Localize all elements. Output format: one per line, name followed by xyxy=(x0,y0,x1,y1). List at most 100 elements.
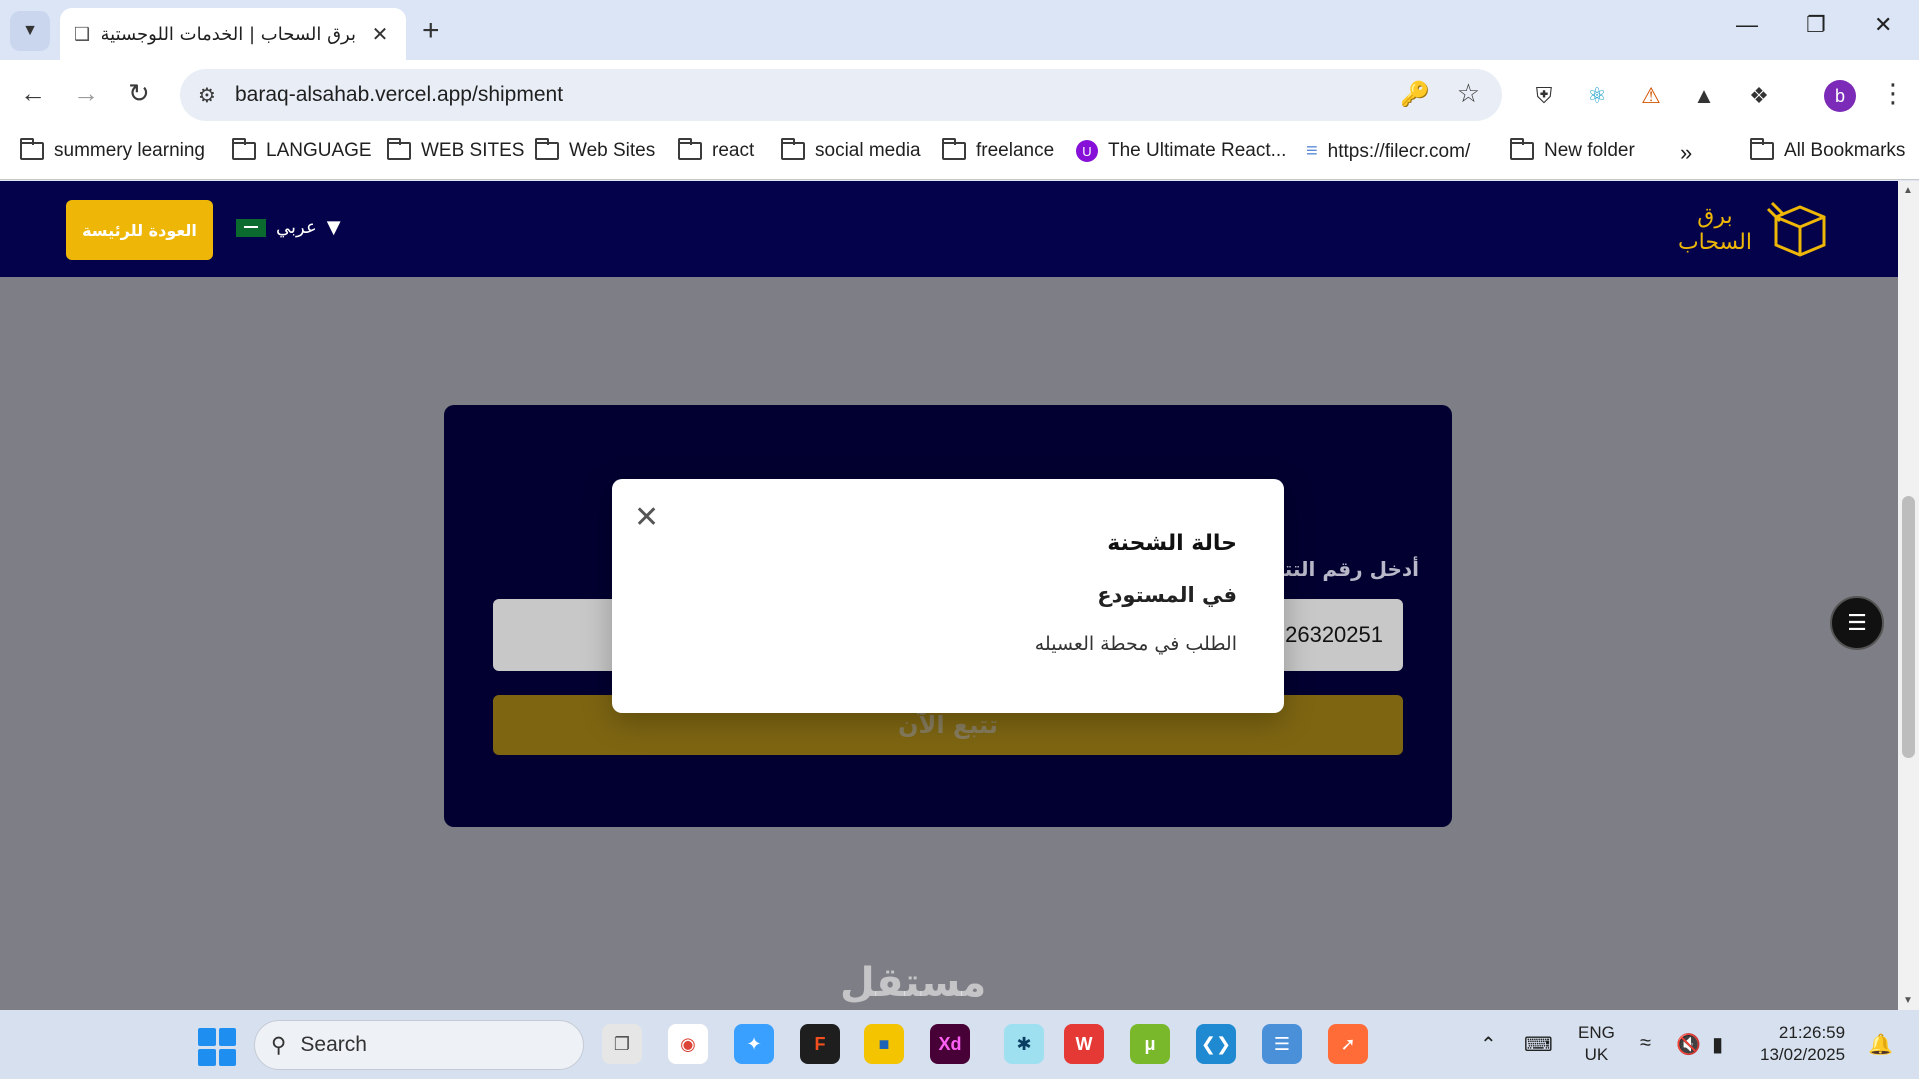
snipping-tool-icon[interactable]: ✱ xyxy=(1004,1024,1044,1064)
list-icon: ☰ xyxy=(1847,610,1867,635)
tab-strip: ▼ ❑ برق السحاب | الخدمات اللوجستية ✕ + —… xyxy=(0,0,1919,60)
bookmark-label: freelance xyxy=(976,140,1055,161)
wps-office-icon[interactable]: W xyxy=(1064,1024,1104,1064)
page-scrollbar[interactable]: ▲ ▼ xyxy=(1898,181,1919,1010)
language-region: UK xyxy=(1584,1045,1609,1064)
folder-icon xyxy=(678,138,702,160)
bookmark-item[interactable]: New folder xyxy=(1510,138,1635,162)
restore-button[interactable]: ❐ xyxy=(1806,12,1826,38)
profile-avatar[interactable]: b xyxy=(1824,80,1856,112)
floating-menu-button[interactable]: ☰ xyxy=(1830,596,1884,650)
active-tab[interactable]: ❑ برق السحاب | الخدمات اللوجستية ✕ xyxy=(60,8,406,60)
site-info-icon[interactable]: ⚙ xyxy=(198,83,216,108)
tab-search-button[interactable]: ▼ xyxy=(10,11,50,51)
adobe-xd-icon[interactable]: Xd xyxy=(930,1024,970,1064)
system-clock[interactable]: 21:26:59 13/02/2025 xyxy=(1760,1022,1845,1066)
chevron-double-right-icon: » xyxy=(1680,140,1693,165)
bookmark-label: https://filecr.com/ xyxy=(1327,140,1471,162)
more-bookmarks-button[interactable]: » xyxy=(1680,140,1692,166)
tab-title: برق السحاب | الخدمات اللوجستية xyxy=(102,23,356,45)
new-tab-button[interactable]: + xyxy=(422,14,440,48)
url-text[interactable]: baraq-alsahab.vercel.app/shipment xyxy=(235,83,563,107)
bookmark-item[interactable]: Web Sites xyxy=(535,138,655,162)
vscode-icon[interactable]: ❮❯ xyxy=(1196,1024,1236,1064)
bookmark-item[interactable]: LANGUAGE xyxy=(232,138,372,162)
bookmark-item[interactable]: summery learning xyxy=(20,138,205,162)
copilot-icon[interactable]: ✦ xyxy=(734,1024,774,1064)
keyboard-icon[interactable]: ⌨ xyxy=(1524,1032,1553,1057)
bookmark-star-icon[interactable]: ☆ xyxy=(1457,78,1480,109)
task-view-icon[interactable]: ❐ xyxy=(602,1024,642,1064)
shield-extension-icon[interactable]: ⛨ xyxy=(1530,82,1558,110)
vercel-extension-icon[interactable]: ▲ xyxy=(1690,82,1718,110)
utorrent-icon[interactable]: μ xyxy=(1130,1024,1170,1064)
folder-icon xyxy=(232,138,256,160)
chevron-down-icon: ▼ xyxy=(22,22,38,39)
bookmarks-bar: summery learning LANGUAGE WEB SITES Web … xyxy=(0,130,1919,180)
wifi-icon[interactable]: ≈ xyxy=(1640,1032,1651,1055)
site-logo[interactable]: برق السحاب xyxy=(1678,199,1830,261)
back-button[interactable]: ← xyxy=(20,78,46,109)
taskbar-search-label: Search xyxy=(300,1033,367,1056)
search-icon: ⚲ xyxy=(271,1033,287,1057)
taskbar-search[interactable]: ⚲ Search xyxy=(254,1020,584,1070)
scroll-thumb[interactable] xyxy=(1902,496,1915,758)
udemy-icon: U xyxy=(1076,140,1098,162)
battery-icon[interactable]: ▮ xyxy=(1712,1032,1723,1057)
volume-muted-icon[interactable]: 🔇 xyxy=(1676,1032,1701,1057)
figma-icon[interactable]: F xyxy=(800,1024,840,1064)
taskbar: ⚲ Search ❐ ◉ ✦ F ■ Xd ✱ W μ ❮❯ ☰ ➚ ⌃ ⌨ E… xyxy=(0,1010,1919,1079)
password-key-icon[interactable]: 🔑 xyxy=(1400,80,1430,109)
page-viewport: العودة للرئيسة عربي ▼ برق السحاب أدخل رق… xyxy=(0,181,1898,1010)
close-tab-icon[interactable]: ✕ xyxy=(368,22,392,47)
tracking-label: أدخل رقم التتبع xyxy=(1262,557,1419,581)
bookmark-item[interactable]: ≡ https://filecr.com/ xyxy=(1306,140,1470,163)
reload-button[interactable]: ↻ xyxy=(128,78,150,109)
logo-text: برق السحاب xyxy=(1678,204,1752,256)
browser-menu-icon[interactable]: ⋮ xyxy=(1880,78,1906,109)
scroll-down-arrow-icon[interactable]: ▼ xyxy=(1903,995,1913,1006)
all-bookmarks-item[interactable]: All Bookmarks xyxy=(1750,138,1905,162)
extension-blocked-icon[interactable]: ⚠ xyxy=(1637,82,1665,110)
bookmark-item[interactable]: freelance xyxy=(942,138,1055,162)
folder-icon xyxy=(1510,138,1534,160)
logo-line-1: برق xyxy=(1697,204,1733,229)
notepad-icon[interactable]: ☰ xyxy=(1262,1024,1302,1064)
language-selector[interactable]: عربي ▼ xyxy=(236,217,341,238)
back-home-button[interactable]: العودة للرئيسة xyxy=(66,200,213,260)
site-favicon-icon: ❑ xyxy=(74,23,91,44)
bookmark-item[interactable]: U The Ultimate React... xyxy=(1076,140,1286,162)
saudi-flag-icon xyxy=(236,218,266,237)
folder-icon xyxy=(781,138,805,160)
language-label: عربي xyxy=(276,217,317,238)
address-bar[interactable]: ⚙ baraq-alsahab.vercel.app/shipment 🔑 ☆ xyxy=(180,69,1502,121)
folder-icon xyxy=(1750,138,1774,160)
bookmark-label: social media xyxy=(815,140,921,161)
bookmark-label: LANGUAGE xyxy=(266,140,372,161)
bookmark-item[interactable]: WEB SITES xyxy=(387,138,524,162)
scroll-up-arrow-icon[interactable]: ▲ xyxy=(1903,185,1913,196)
extensions-puzzle-icon[interactable]: ❖ xyxy=(1745,82,1773,110)
close-window-button[interactable]: ✕ xyxy=(1874,12,1892,38)
caret-down-icon: ▼ xyxy=(326,217,341,238)
postman-icon[interactable]: ➚ xyxy=(1328,1024,1368,1064)
language-code: ENG xyxy=(1578,1023,1615,1042)
folder-icon xyxy=(387,138,411,160)
filecr-icon: ≡ xyxy=(1306,140,1318,162)
logo-line-2: السحاب xyxy=(1677,230,1752,255)
show-hidden-icons-icon[interactable]: ⌃ xyxy=(1480,1032,1497,1057)
windows-start-icon[interactable] xyxy=(198,1028,236,1066)
minimize-button[interactable]: — xyxy=(1736,12,1758,38)
chrome-icon[interactable]: ◉ xyxy=(668,1024,708,1064)
shipment-status: في المستودع xyxy=(1097,583,1237,607)
input-language-indicator[interactable]: ENG UK xyxy=(1578,1022,1615,1066)
bookmark-label: New folder xyxy=(1544,140,1635,161)
file-explorer-icon[interactable]: ■ xyxy=(864,1024,904,1064)
bookmark-item[interactable]: react xyxy=(678,138,754,162)
react-devtools-icon[interactable]: ⚛ xyxy=(1583,82,1611,110)
forward-button[interactable]: → xyxy=(73,78,99,109)
close-icon[interactable]: ✕ xyxy=(634,503,659,533)
bookmark-item[interactable]: social media xyxy=(781,138,921,162)
notification-bell-icon[interactable]: 🔔 xyxy=(1868,1032,1893,1057)
site-header: العودة للرئيسة عربي ▼ برق السحاب xyxy=(0,181,1898,277)
